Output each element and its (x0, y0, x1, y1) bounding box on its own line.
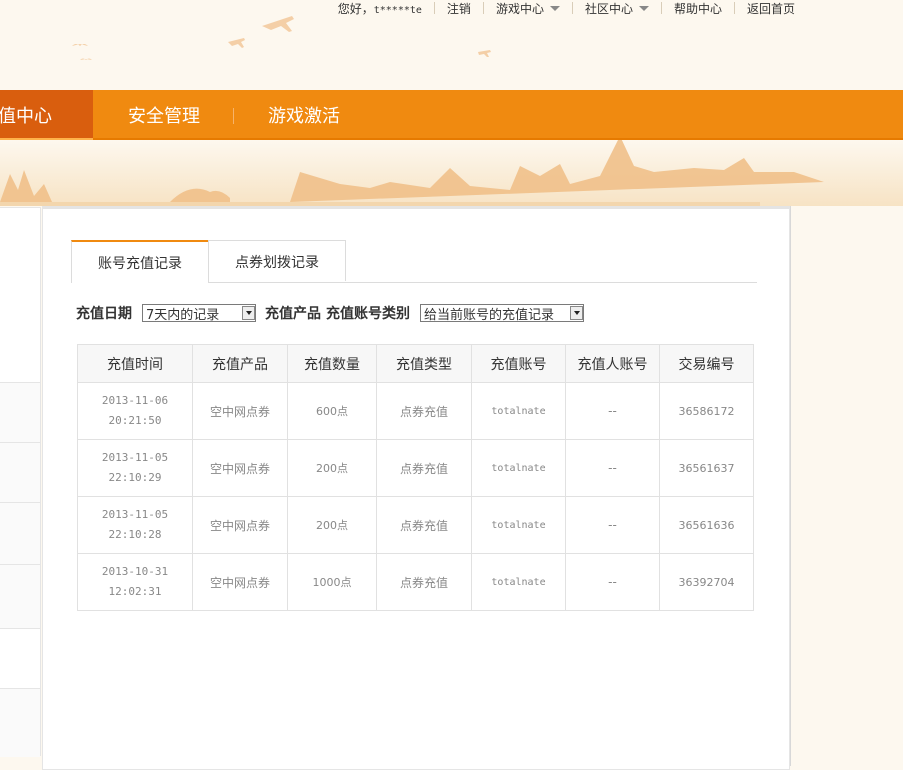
main-nav: 充值中心 安全管理 游戏激活 (0, 90, 903, 141)
divider (733, 2, 735, 14)
recharge-account: totalnate (471, 439, 566, 497)
nav-item-game-activation[interactable]: 游戏激活 (268, 90, 340, 138)
recharge-product: 空中网点券 (192, 496, 288, 554)
table-row: 2013-11-06 20:21:50 空中网点券 600点 点券充值 total… (77, 382, 754, 440)
bird-icon (80, 58, 92, 60)
greeting-text: 您好，t*****te (337, 1, 422, 16)
product-label: 充值产品 (265, 306, 321, 322)
recharge-time: 2013-10-31 12:02:31 (77, 553, 193, 611)
recharge-account: totalnate (471, 553, 566, 611)
payer-account: -- (565, 553, 660, 611)
transaction-id: 36586172 (659, 382, 754, 440)
column-header: 充值数量 (287, 344, 377, 383)
plane-icon (478, 50, 491, 57)
chevron-down-icon (638, 5, 649, 11)
home-link[interactable]: 返回首页 (747, 0, 795, 17)
recharge-amount: 1000点 (287, 553, 377, 611)
recharge-amount: 200点 (287, 439, 377, 497)
table-header-row: 充值时间 充值产品 充值数量 充值类型 充值账号 充值人账号 交易编号 (77, 344, 754, 383)
sidebar-item[interactable] (0, 207, 40, 383)
date-select[interactable]: 7天内的记录 (142, 304, 256, 323)
nav-item-security[interactable]: 安全管理 (128, 90, 200, 138)
transaction-id: 36392704 (659, 553, 754, 611)
chevron-down-icon (242, 306, 255, 320)
sidebar-item[interactable] (0, 382, 40, 443)
column-header: 交易编号 (659, 344, 754, 383)
recharge-amount: 600点 (287, 382, 377, 440)
column-header: 充值产品 (192, 344, 288, 383)
scenery-banner (0, 140, 903, 206)
recharge-time: 2013-11-05 22:10:29 (77, 439, 193, 497)
column-header: 充值类型 (376, 344, 472, 383)
recharge-product: 空中网点券 (192, 553, 288, 611)
recharge-type: 点券充值 (376, 382, 472, 440)
date-label: 充值日期 (76, 306, 132, 322)
recharge-account: totalnate (471, 496, 566, 554)
column-header: 充值账号 (471, 344, 566, 383)
bird-icon (72, 44, 88, 46)
filter-bar: 充值日期 7天内的记录 充值产品 充值账号类别 给当前账号的充值记录 (76, 303, 593, 323)
logout-link[interactable]: 注销 (447, 0, 471, 17)
payer-account: -- (565, 496, 660, 554)
sidebar-item[interactable] (0, 502, 40, 565)
sidebar-item[interactable] (0, 628, 40, 690)
recharge-account: totalnate (471, 382, 566, 440)
recharge-type: 点券充值 (376, 553, 472, 611)
recharge-amount: 200点 (287, 496, 377, 554)
payer-account: -- (565, 382, 660, 440)
game-center-menu[interactable]: 游戏中心 (496, 0, 560, 17)
table-row: 2013-11-05 22:10:28 空中网点券 200点 点券充值 total… (77, 496, 754, 554)
tab-account-recharge[interactable]: 账号充值记录 (71, 240, 209, 283)
help-link[interactable]: 帮助中心 (674, 0, 722, 17)
sidebar-item[interactable] (0, 442, 40, 503)
recharge-product: 空中网点券 (192, 439, 288, 497)
payer-account: -- (565, 439, 660, 497)
divider (482, 2, 484, 14)
chevron-down-icon (570, 306, 583, 320)
sidebar-item[interactable] (0, 564, 40, 629)
tab-bar: 账号充值记录 点券划拨记录 (71, 240, 757, 283)
transaction-id: 36561636 (659, 496, 754, 554)
recharge-time: 2013-11-05 22:10:28 (77, 496, 193, 554)
sidebar (0, 207, 41, 757)
table-row: 2013-10-31 12:02:31 空中网点券 1000点 点券充值 tota… (77, 553, 754, 611)
recharge-type: 点券充值 (376, 439, 472, 497)
recharge-type: 点券充值 (376, 496, 472, 554)
recharge-time: 2013-11-06 20:21:50 (77, 382, 193, 440)
community-menu[interactable]: 社区中心 (585, 0, 649, 17)
main-panel: 账号充值记录 点券划拨记录 充值日期 7天内的记录 充值产品 充值账号类别 给当… (42, 206, 790, 770)
recharge-product: 空中网点券 (192, 382, 288, 440)
tab-coupon-transfer[interactable]: 点券划拨记录 (208, 240, 346, 281)
account-type-select[interactable]: 给当前账号的充值记录 (420, 304, 584, 323)
account-type-label: 充值账号类别 (326, 306, 410, 322)
divider (433, 2, 435, 14)
transaction-id: 36561637 (659, 439, 754, 497)
chevron-down-icon (549, 5, 560, 11)
plane-icon (262, 16, 294, 32)
sidebar-item[interactable] (0, 688, 40, 757)
divider (660, 2, 662, 14)
column-header: 充值时间 (77, 344, 193, 383)
username: t*****te (373, 4, 422, 16)
nav-item-recharge[interactable]: 充值中心 (0, 90, 93, 141)
top-user-bar: 您好，t*****te 注销 游戏中心 社区中心 帮助中心 返回首页 (338, 0, 795, 16)
nav-divider (233, 108, 234, 124)
divider (571, 2, 573, 14)
recharge-records-table: 充值时间 充值产品 充值数量 充值类型 充值账号 充值人账号 交易编号 2013… (77, 344, 754, 611)
column-header: 充值人账号 (565, 344, 660, 383)
plane-icon (228, 38, 245, 48)
table-row: 2013-11-05 22:10:29 空中网点券 200点 点券充值 total… (77, 439, 754, 497)
